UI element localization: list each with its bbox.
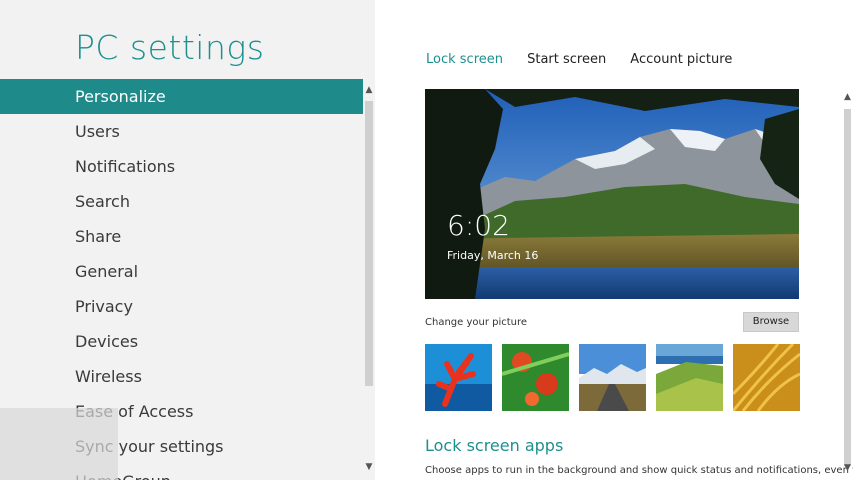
scroll-up-icon[interactable]: ▲ xyxy=(842,92,853,103)
nav-item-share[interactable]: Share xyxy=(0,219,363,254)
browse-button[interactable]: Browse xyxy=(743,312,799,332)
nav-item-wireless[interactable]: Wireless xyxy=(0,359,363,394)
ghost-tile xyxy=(0,408,118,480)
scroll-down-icon[interactable]: ▼ xyxy=(363,461,375,473)
lock-time: 6:02 xyxy=(447,209,510,242)
nav-item-notifications[interactable]: Notifications xyxy=(0,149,363,184)
nav-item-search[interactable]: Search xyxy=(0,184,363,219)
content-scrollbar[interactable]: ▲ ▼ xyxy=(842,89,853,480)
thumbnail-flower[interactable] xyxy=(502,344,569,411)
nav-item-privacy[interactable]: Privacy xyxy=(0,289,363,324)
thumbnail-road[interactable] xyxy=(579,344,646,411)
nav-scrollbar-thumb[interactable] xyxy=(365,101,373,386)
scroll-up-icon[interactable]: ▲ xyxy=(363,84,375,96)
change-picture-label: Change your picture xyxy=(425,317,528,328)
lock-date: Friday, March 16 xyxy=(447,249,539,262)
nav-item-general[interactable]: General xyxy=(0,254,363,289)
page-title: PC settings xyxy=(75,28,265,67)
tab-lock-screen[interactable]: Lock screen xyxy=(426,50,503,70)
settings-nav-panel: PC settings Personalize Users Notificati… xyxy=(0,0,375,480)
nav-scrollbar[interactable]: ▲ ▼ xyxy=(363,79,375,480)
lock-screen-image xyxy=(425,89,799,299)
nav-item-personalize[interactable]: Personalize xyxy=(0,79,363,114)
thumbnail-coral[interactable] xyxy=(425,344,492,411)
thumbnail-hills[interactable] xyxy=(656,344,723,411)
lock-screen-apps-heading: Lock screen apps xyxy=(425,436,564,455)
tab-bar: Lock screen Start screen Account picture xyxy=(426,48,751,68)
content-scrollbar-thumb[interactable] xyxy=(844,109,851,466)
tab-account-picture[interactable]: Account picture xyxy=(630,50,732,70)
tab-start-screen[interactable]: Start screen xyxy=(527,50,606,70)
nav-item-users[interactable]: Users xyxy=(0,114,363,149)
nav-item-devices[interactable]: Devices xyxy=(0,324,363,359)
scroll-down-icon[interactable]: ▼ xyxy=(842,463,853,474)
lock-screen-apps-description: Choose apps to run in the background and… xyxy=(425,465,853,476)
thumbnail-grass[interactable] xyxy=(733,344,800,411)
lock-screen-preview: 6:02 Friday, March 16 xyxy=(425,89,799,299)
